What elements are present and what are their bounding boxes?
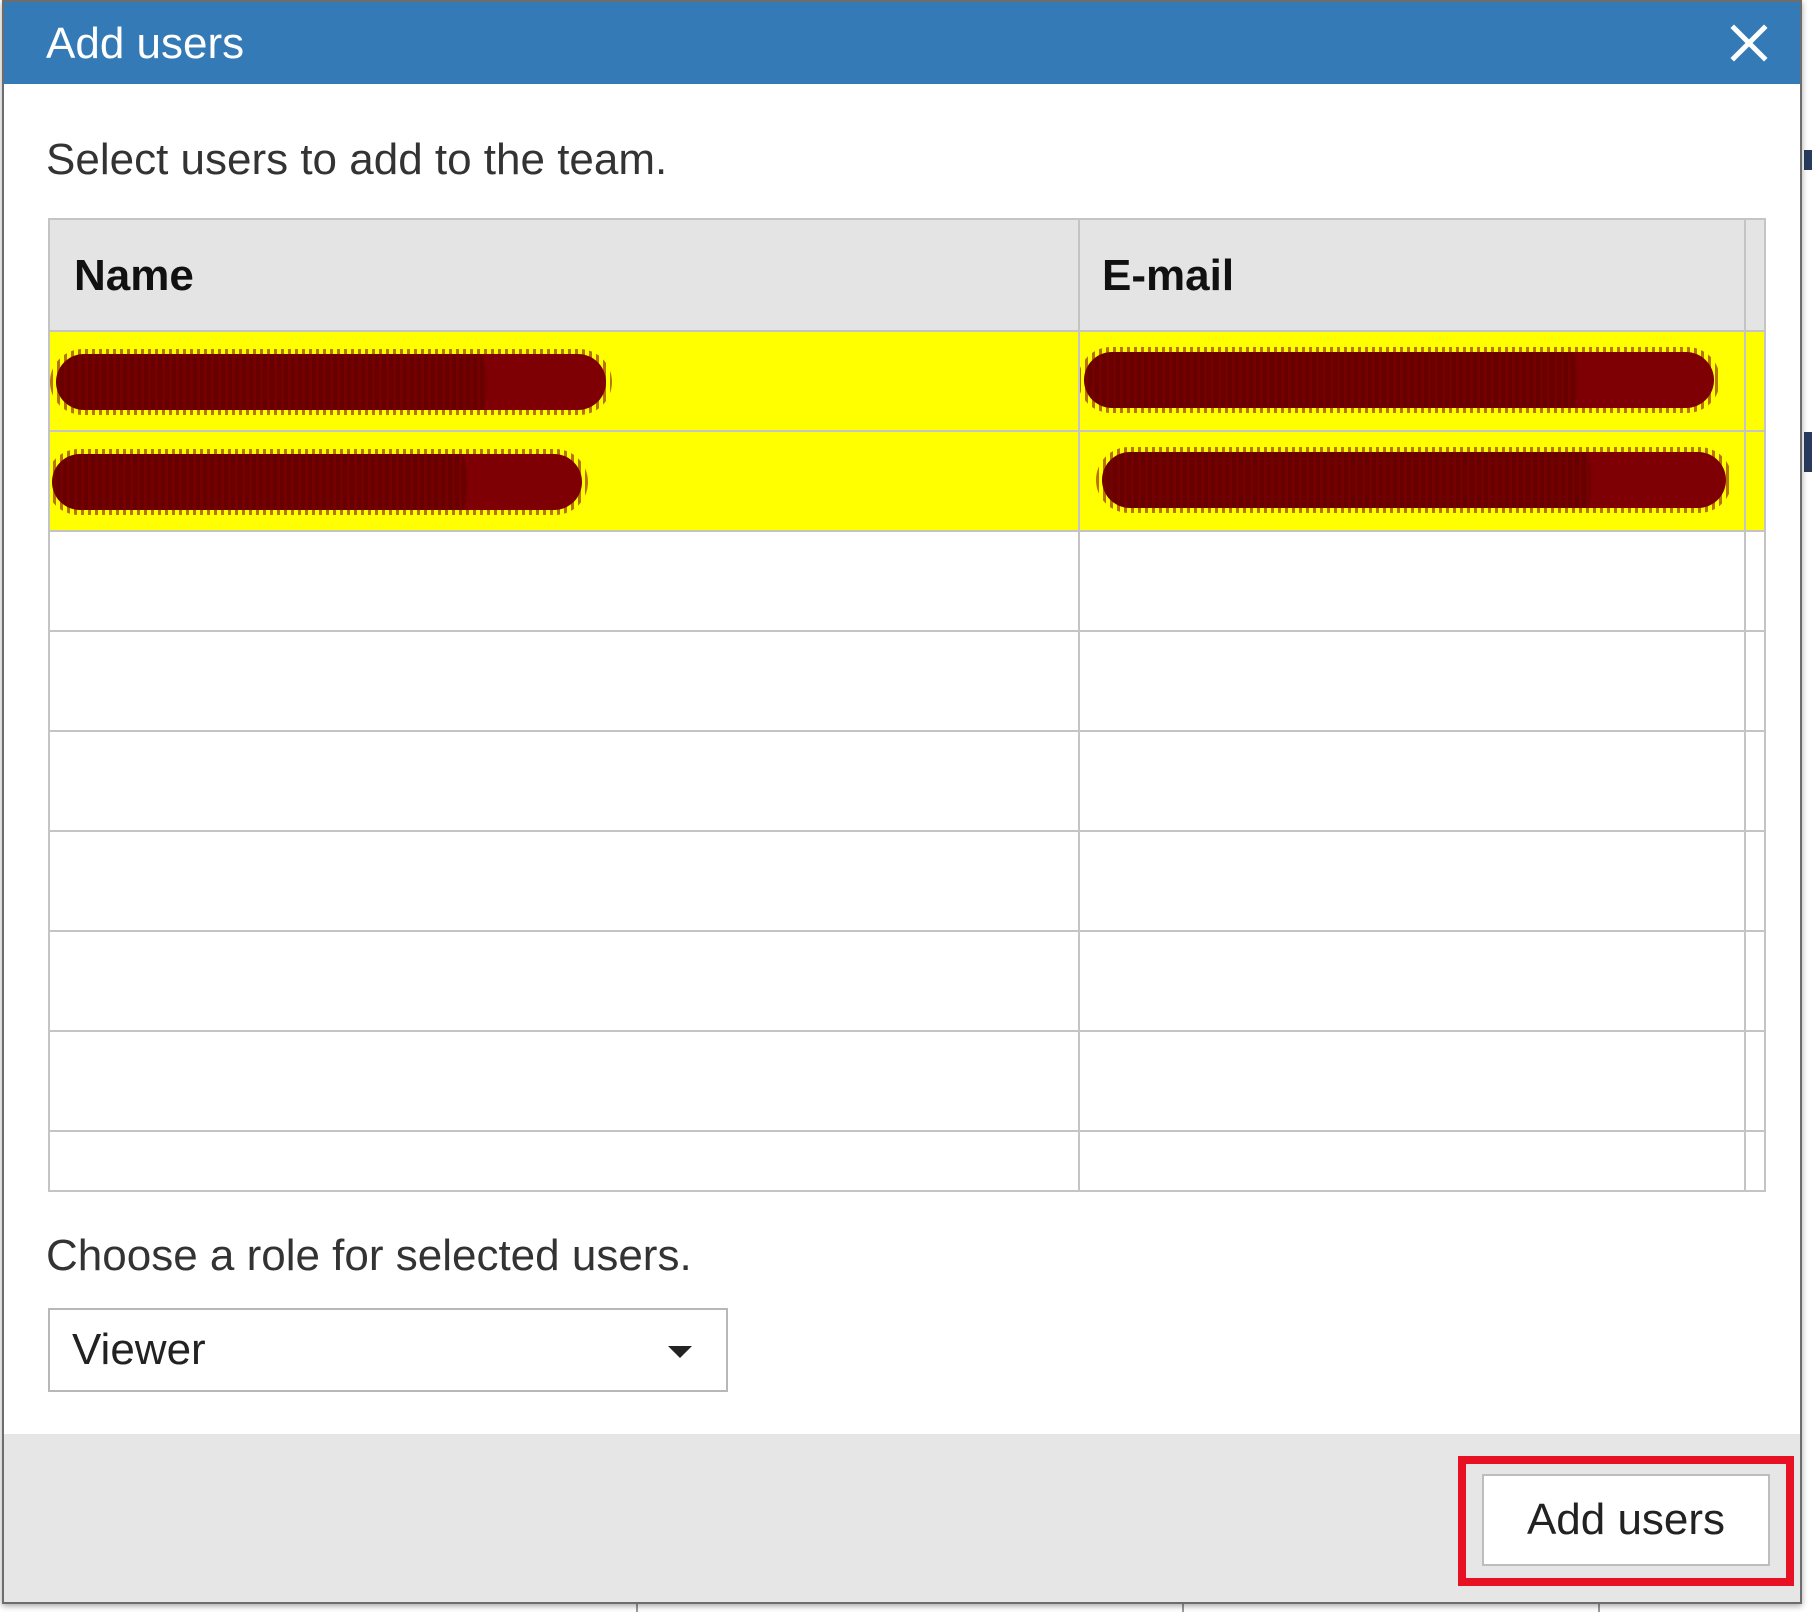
- redacted-email: [1096, 447, 1732, 513]
- table-row[interactable]: [50, 432, 1764, 532]
- chevron-down-icon: [668, 1346, 692, 1358]
- redacted-name: [50, 349, 612, 415]
- table-row[interactable]: [50, 732, 1764, 832]
- redacted-email: [1078, 347, 1720, 413]
- users-table: Name E-mail: [48, 218, 1766, 1192]
- add-users-dialog: Add users Select users to add to the tea…: [2, 0, 1802, 1604]
- table-row[interactable]: [50, 532, 1764, 632]
- column-header-email[interactable]: E-mail: [1102, 250, 1234, 302]
- role-dropdown[interactable]: Viewer: [48, 1308, 728, 1392]
- column-header-name[interactable]: Name: [74, 250, 194, 302]
- table-header: Name E-mail: [50, 220, 1764, 332]
- add-users-button[interactable]: Add users: [1482, 1474, 1770, 1566]
- column-divider[interactable]: [1078, 220, 1080, 1190]
- column-divider: [1744, 220, 1746, 1190]
- table-row[interactable]: [50, 632, 1764, 732]
- dialog-footer: Add users: [4, 1434, 1800, 1602]
- instruction-text: Select users to add to the team.: [46, 135, 668, 184]
- close-icon[interactable]: [1726, 20, 1772, 66]
- role-selected-value: Viewer: [72, 1325, 206, 1374]
- table-row[interactable]: [50, 1132, 1764, 1190]
- redacted-name: [50, 449, 588, 515]
- background-edge: [1802, 0, 1812, 1612]
- background-mark: [1804, 150, 1812, 170]
- background-mark: [1804, 432, 1812, 472]
- table-row[interactable]: [50, 932, 1764, 1032]
- dialog-title: Add users: [46, 19, 245, 68]
- dialog-titlebar: Add users: [4, 2, 1800, 84]
- table-row[interactable]: [50, 332, 1764, 432]
- table-row[interactable]: [50, 1032, 1764, 1132]
- table-row[interactable]: [50, 832, 1764, 932]
- role-label: Choose a role for selected users.: [46, 1231, 692, 1280]
